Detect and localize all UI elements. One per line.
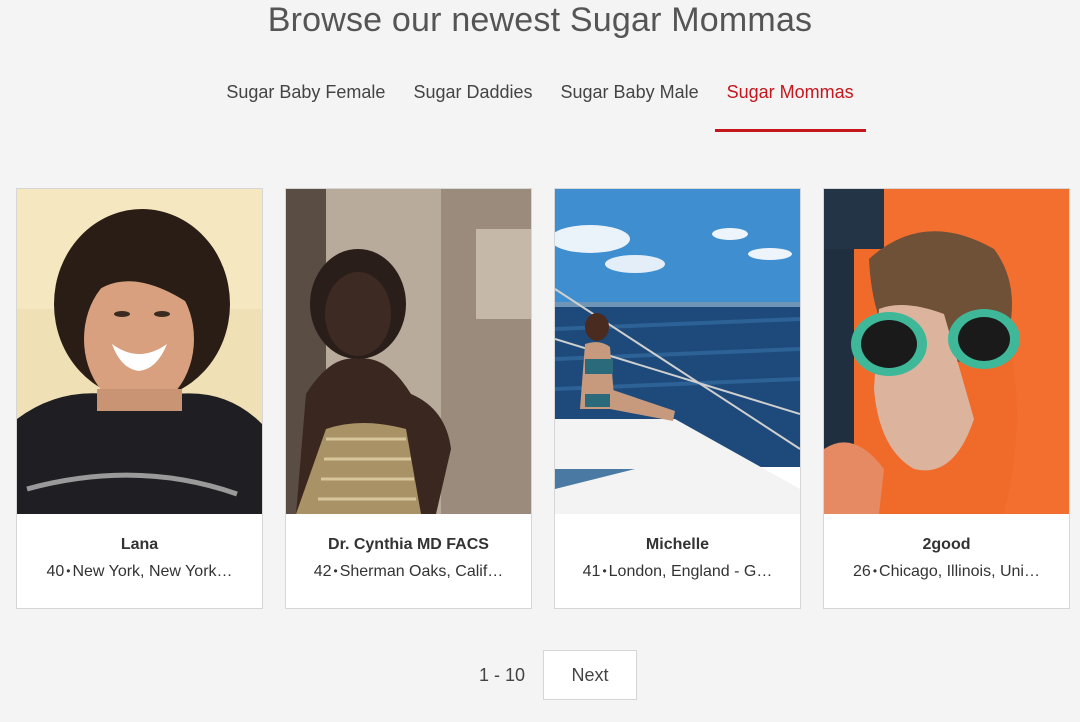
category-tabs: Sugar Baby Female Sugar Daddies Sugar Ba… — [0, 78, 1080, 132]
profile-meta: 41 • London, England - G… — [555, 561, 800, 583]
profile-age: 26 — [853, 563, 871, 580]
tab-sugar-baby-female[interactable]: Sugar Baby Female — [214, 78, 397, 132]
profile-meta: 42 • Sherman Oaks, Calif… — [286, 561, 531, 583]
profile-location: London, England - G… — [608, 563, 773, 580]
profile-photo[interactable] — [824, 189, 1069, 514]
profile-name: Lana — [120, 536, 159, 553]
profile-card[interactable]: Dr. Cynthia MD FACS 42 • Sherman Oaks, Cal… — [285, 188, 532, 609]
profile-location: Chicago, Illinois, Uni… — [879, 563, 1040, 580]
profile-name: Dr. Cynthia MD FACS — [328, 536, 489, 553]
profile-age: 42 — [313, 563, 332, 580]
page-range: 1 - 10 — [478, 664, 526, 685]
page-title: Browse our newest Sugar Mommas — [267, 1, 813, 39]
profile-meta: 26 • Chicago, Illinois, Uni… — [824, 561, 1069, 583]
profile-photo[interactable] — [286, 189, 531, 514]
pagination: 1 - 10 Next — [0, 650, 1080, 700]
separator-dot-icon: • — [333, 564, 338, 578]
separator-dot-icon: • — [602, 564, 607, 578]
tab-sugar-daddies[interactable]: Sugar Daddies — [401, 78, 544, 132]
profile-location: Sherman Oaks, Calif… — [339, 563, 504, 580]
profile-location: New York, New York… — [72, 563, 233, 580]
tab-sugar-mommas[interactable]: Sugar Mommas — [714, 78, 866, 132]
profile-card[interactable]: 2good 26 • Chicago, Illinois, Uni… — [823, 188, 1070, 609]
profile-card[interactable]: Lana 40 • New York, New York… — [16, 188, 263, 609]
profile-grid: Lana 40 • New York, New York… Dr. Cynthia … — [16, 188, 1070, 609]
profile-photo[interactable] — [17, 189, 262, 514]
profile-age: 40 — [46, 563, 65, 580]
profile-age: 41 — [582, 563, 601, 580]
profile-meta: 40 • New York, New York… — [17, 561, 262, 583]
profile-photo[interactable] — [555, 189, 800, 514]
profile-card[interactable]: Michelle 41 • London, England - G… — [554, 188, 801, 609]
separator-dot-icon: • — [872, 564, 878, 578]
separator-dot-icon: • — [66, 564, 71, 578]
tab-sugar-baby-male[interactable]: Sugar Baby Male — [549, 78, 711, 132]
profile-name: 2good — [922, 536, 971, 553]
profile-name: Michelle — [645, 536, 710, 553]
next-button[interactable]: Next — [543, 650, 638, 700]
